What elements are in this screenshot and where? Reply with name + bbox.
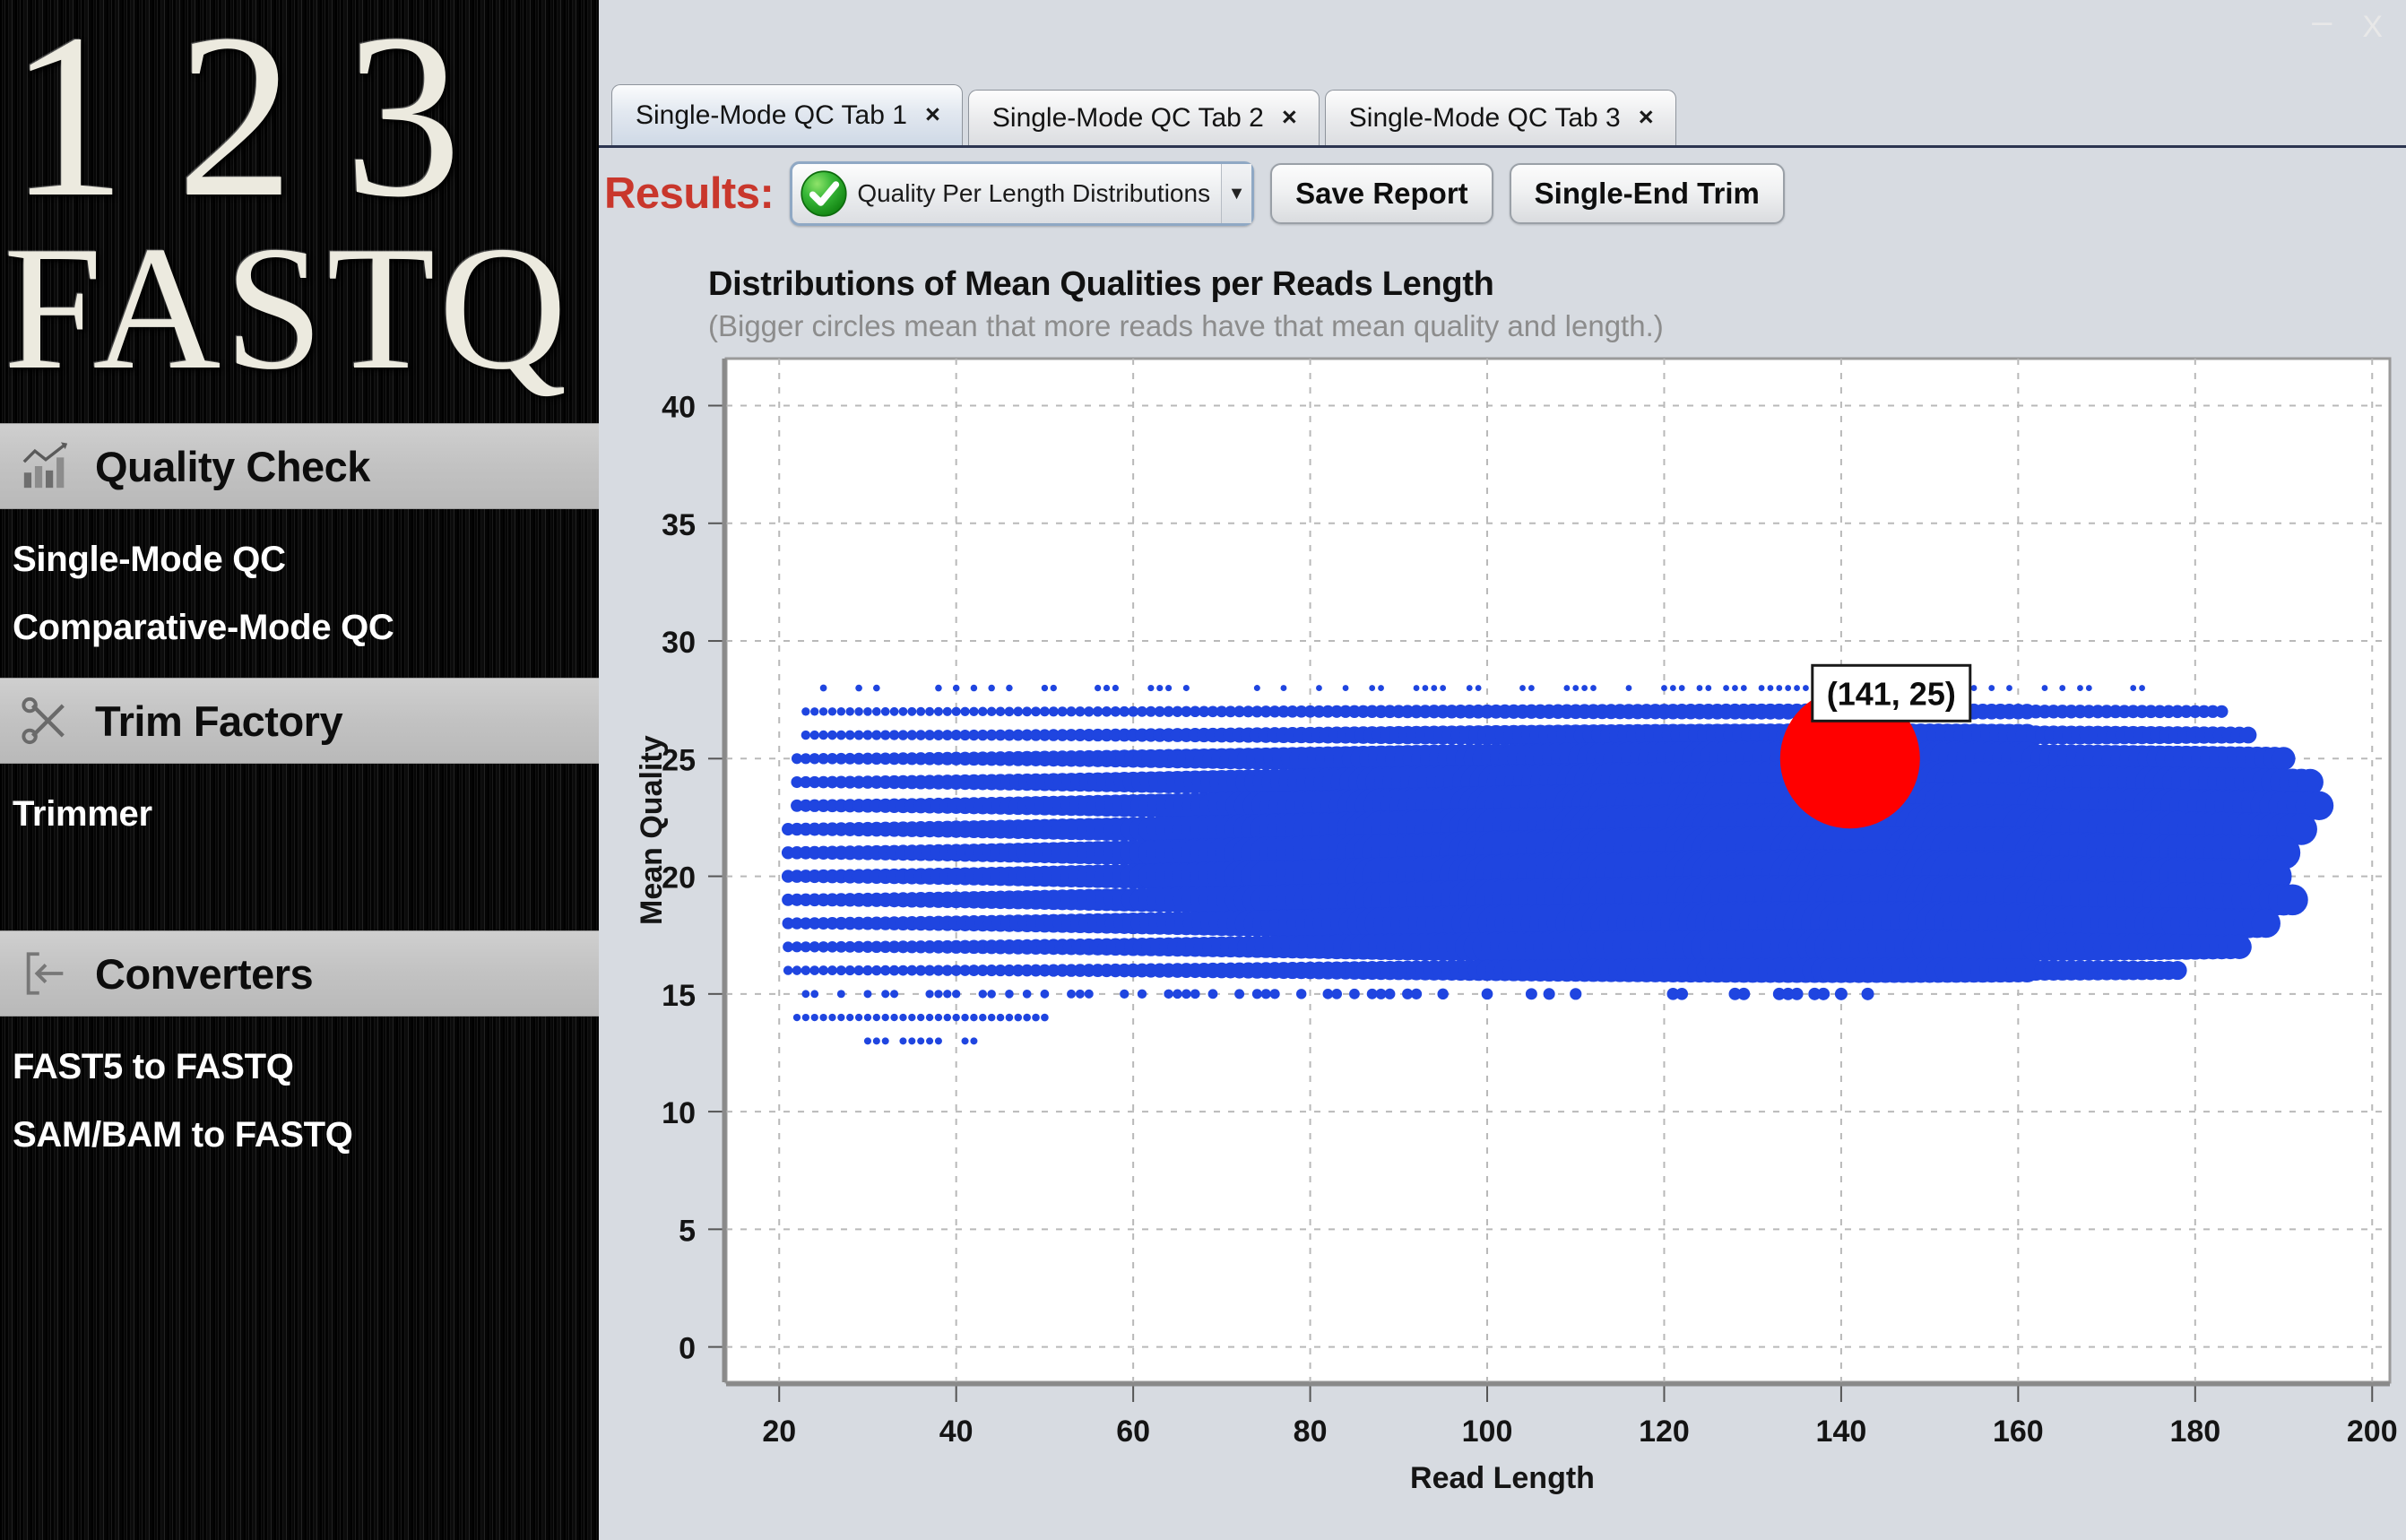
tab-strip: Single-Mode QC Tab 1 × Single-Mode QC Ta… xyxy=(599,81,2406,148)
svg-text:140: 140 xyxy=(1816,1415,1867,1449)
chart-subtitle: (Bigger circles mean that more reads hav… xyxy=(708,309,1664,342)
logo-line-fastq: FASTQ xyxy=(4,209,571,406)
sidebar-item-label: FAST5 to FASTQ xyxy=(13,1046,294,1086)
minimize-button[interactable]: – xyxy=(2312,4,2332,39)
sidebar-item-single-mode-qc[interactable]: Single-Mode QC xyxy=(0,525,599,593)
tab-label: Single-Mode QC Tab 2 xyxy=(991,102,1264,133)
svg-text:20: 20 xyxy=(762,1415,796,1449)
svg-text:120: 120 xyxy=(1639,1415,1690,1449)
svg-text:20: 20 xyxy=(662,861,696,895)
sidebar-item-sam-bam-to-fastq[interactable]: SAM/BAM to FASTQ xyxy=(0,1101,599,1169)
scissors-icon xyxy=(22,696,65,745)
sidebar-section-label: Converters xyxy=(95,949,314,998)
svg-text:160: 160 xyxy=(1993,1415,2044,1449)
svg-text:200: 200 xyxy=(2347,1415,2398,1449)
sidebar-group-quality-check: Single-Mode QC Comparative-Mode QC xyxy=(0,509,599,678)
svg-text:5: 5 xyxy=(679,1214,696,1248)
results-toolbar: Results: Quality Per Length Distribution… xyxy=(599,151,2406,237)
svg-text:30: 30 xyxy=(662,626,696,660)
main-panel: Single-Mode QC Tab 1 × Single-Mode QC Ta… xyxy=(599,0,2406,1540)
sidebar-item-fast5-to-fastq[interactable]: FAST5 to FASTQ xyxy=(0,1033,599,1101)
svg-text:15: 15 xyxy=(662,979,696,1013)
tab-single-mode-qc-1[interactable]: Single-Mode QC Tab 1 × xyxy=(611,84,963,145)
single-end-trim-button[interactable]: Single-End Trim xyxy=(1509,163,1785,224)
svg-text:25: 25 xyxy=(662,743,696,777)
window-controls: – X xyxy=(2312,4,2383,45)
svg-text:80: 80 xyxy=(1294,1415,1328,1449)
sidebar-section-label: Trim Factory xyxy=(95,696,343,745)
close-button[interactable]: X xyxy=(2362,12,2383,42)
svg-text:35: 35 xyxy=(662,508,696,542)
svg-text:40: 40 xyxy=(939,1415,974,1449)
svg-text:10: 10 xyxy=(662,1096,696,1130)
sidebar-item-label: Single-Mode QC xyxy=(13,539,286,579)
sidebar-group-converters: FAST5 to FASTQ SAM/BAM to FASTQ xyxy=(0,1017,599,1169)
results-dropdown[interactable]: Quality Per Length Distributions ▼ xyxy=(790,161,1255,226)
svg-text:40: 40 xyxy=(662,391,696,425)
svg-text:180: 180 xyxy=(2169,1415,2220,1449)
app-logo: 123 FASTQ xyxy=(0,0,599,423)
svg-text:60: 60 xyxy=(1116,1415,1150,1449)
bar-chart-icon xyxy=(22,442,68,489)
app-window: – X 123 FASTQ Quality Check Single-Mode … xyxy=(0,0,2406,1540)
scatter-plot[interactable]: 20 40 60 80 100 120 140 160 180 200 0 5 10 15 20 25 30 35… xyxy=(599,351,2406,1472)
logo-line-123: 123 xyxy=(9,0,512,246)
sidebar: 123 FASTQ Quality Check Single-Mode QC C… xyxy=(0,0,599,1540)
tab-single-mode-qc-2[interactable]: Single-Mode QC Tab 2 × xyxy=(967,90,1320,145)
import-arrow-icon xyxy=(26,952,64,995)
green-check-icon xyxy=(801,170,847,217)
sidebar-item-label: SAM/BAM to FASTQ xyxy=(13,1114,353,1155)
sidebar-item-trimmer[interactable]: Trimmer xyxy=(0,780,599,848)
svg-text:(141, 25): (141, 25) xyxy=(1827,675,1956,712)
chevron-down-icon[interactable]: ▼ xyxy=(1221,164,1252,223)
sidebar-group-trim-factory: Trimmer xyxy=(0,764,599,930)
sidebar-item-comparative-mode-qc[interactable]: Comparative-Mode QC xyxy=(0,593,599,662)
sidebar-section-quality-check[interactable]: Quality Check xyxy=(0,423,599,509)
tab-label: Single-Mode QC Tab 3 xyxy=(1348,102,1621,133)
titlebar-strip xyxy=(599,0,2406,81)
results-label: Results: xyxy=(604,169,775,218)
tab-label: Single-Mode QC Tab 1 xyxy=(636,99,907,130)
sidebar-section-trim-factory[interactable]: Trim Factory xyxy=(0,678,599,764)
tab-close-icon[interactable]: × xyxy=(1282,103,1297,133)
results-dropdown-value: Quality Per Length Distributions xyxy=(857,179,1211,207)
sidebar-section-converters[interactable]: Converters xyxy=(0,930,599,1017)
chart-area: Mean Quality Read Length 20 40 60 80 100 120 1… xyxy=(599,351,2406,1540)
svg-text:0: 0 xyxy=(679,1332,696,1366)
tab-single-mode-qc-3[interactable]: Single-Mode QC Tab 3 × xyxy=(1324,90,1676,145)
chart-title: Distributions of Mean Qualities per Read… xyxy=(708,265,1494,303)
sidebar-item-label: Comparative-Mode QC xyxy=(13,607,394,647)
save-report-button[interactable]: Save Report xyxy=(1270,163,1493,224)
tab-close-icon[interactable]: × xyxy=(1639,103,1654,133)
tab-close-icon[interactable]: × xyxy=(925,100,940,130)
sidebar-item-label: Trimmer xyxy=(13,793,152,834)
svg-text:100: 100 xyxy=(1462,1415,1513,1449)
sidebar-section-label: Quality Check xyxy=(95,442,370,490)
